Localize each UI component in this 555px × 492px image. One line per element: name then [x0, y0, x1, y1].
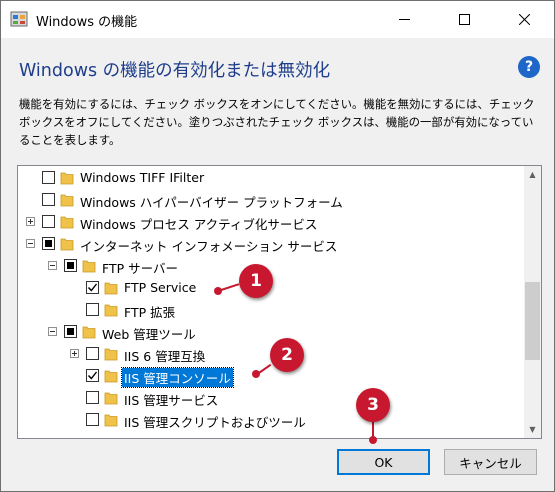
- tree-row[interactable]: Windows ハイパーバイザー プラットフォーム: [18, 189, 523, 211]
- feature-label: FTP Service: [124, 280, 197, 295]
- feature-label: IIS 管理コンソール: [121, 367, 234, 388]
- expand-plus-icon[interactable]: [70, 349, 79, 358]
- tree-row[interactable]: インターネット インフォメーション サービス: [18, 233, 523, 255]
- feature-checkbox[interactable]: [42, 171, 55, 184]
- callout-1-dot: [214, 287, 222, 295]
- feature-checkbox[interactable]: [86, 281, 99, 294]
- feature-label: Windows TIFF IFilter: [80, 170, 205, 185]
- feature-checkbox[interactable]: [86, 369, 99, 382]
- folder-icon: [104, 370, 118, 383]
- tree-row[interactable]: Windows TIFF IFilter: [18, 167, 523, 189]
- scroll-up-arrow-icon[interactable]: ▲: [524, 166, 541, 183]
- callout-badge-3: 3: [356, 388, 390, 422]
- dialog-description: 機能を有効にするには、チェック ボックスをオンにしてください。機能を無効にするに…: [19, 97, 535, 147]
- help-icon[interactable]: ?: [518, 56, 540, 78]
- cancel-button[interactable]: キャンセル: [444, 449, 537, 475]
- folder-icon: [82, 326, 96, 339]
- scroll-down-arrow-icon[interactable]: ▼: [524, 421, 541, 438]
- feature-checkbox[interactable]: [86, 413, 99, 426]
- folder-icon: [104, 392, 118, 405]
- feature-label: Windows ハイパーバイザー プラットフォーム: [80, 195, 343, 210]
- maximize-icon: [458, 14, 470, 25]
- folder-icon: [104, 304, 118, 317]
- maximize-button[interactable]: [441, 1, 487, 38]
- close-icon: [518, 14, 530, 25]
- dialog-heading: Windows の機能の有効化または無効化: [19, 61, 331, 81]
- tree-row[interactable]: IIS 管理コンソール: [18, 365, 523, 388]
- callout-3-dot: [369, 436, 377, 444]
- windows-features-dialog: Windows の機能 Windows の機能の有効化または無効化 ? 機能を有…: [0, 0, 555, 492]
- folder-icon: [104, 348, 118, 361]
- tree-row[interactable]: IIS 管理スクリプトおよびツール: [18, 409, 523, 431]
- callout-badge-2: 2: [270, 338, 304, 372]
- feature-checkbox[interactable]: [64, 259, 77, 272]
- callout-badge-1: 1: [239, 264, 273, 298]
- tree-row[interactable]: IIS 管理サービス: [18, 387, 523, 409]
- feature-checkbox[interactable]: [42, 237, 55, 250]
- feature-label: IIS 6 管理互換: [124, 349, 206, 364]
- feature-checkbox[interactable]: [86, 303, 99, 316]
- feature-label: Windows プロセス アクティブ化サービス: [80, 217, 318, 232]
- checkmark-icon: [87, 283, 98, 292]
- close-button[interactable]: [501, 1, 547, 38]
- ok-button[interactable]: OK: [337, 449, 430, 475]
- vertical-scrollbar[interactable]: ▲ ▼: [524, 166, 541, 438]
- feature-label: Web 管理ツール: [102, 327, 196, 342]
- collapse-minus-icon[interactable]: [48, 261, 57, 270]
- folder-icon: [104, 282, 118, 295]
- feature-label: FTP 拡張: [124, 305, 176, 320]
- feature-checkbox[interactable]: [86, 347, 99, 360]
- windows-features-app-icon: [10, 11, 28, 27]
- features-tree[interactable]: Windows TIFF IFilter Windows ハイパーバイザー プラッ…: [17, 165, 542, 439]
- title-bar[interactable]: Windows の機能: [1, 1, 554, 38]
- tree-row[interactable]: Web 管理ツール: [18, 321, 523, 343]
- tree-row[interactable]: FTP 拡張: [18, 299, 523, 321]
- feature-checkbox[interactable]: [86, 391, 99, 404]
- folder-icon: [104, 414, 118, 427]
- folder-icon: [82, 260, 96, 273]
- minimize-button[interactable]: [381, 1, 427, 38]
- window-title: Windows の機能: [36, 15, 138, 30]
- callout-2-dot: [252, 370, 260, 378]
- scrollbar-thumb[interactable]: [525, 282, 540, 360]
- folder-icon: [60, 172, 74, 185]
- feature-checkbox[interactable]: [64, 325, 77, 338]
- feature-label: インターネット インフォメーション サービス: [80, 239, 338, 254]
- folder-icon: [60, 194, 74, 207]
- collapse-minus-icon[interactable]: [48, 327, 57, 336]
- folder-icon: [60, 216, 74, 229]
- feature-label: FTP サーバー: [102, 261, 178, 276]
- checkmark-icon: [87, 371, 98, 380]
- folder-icon: [60, 238, 74, 251]
- collapse-minus-icon[interactable]: [26, 239, 35, 248]
- expand-plus-icon[interactable]: [26, 217, 35, 226]
- tree-row[interactable]: Windows プロセス アクティブ化サービス: [18, 211, 523, 233]
- feature-label: IIS 管理スクリプトおよびツール: [124, 415, 306, 430]
- feature-checkbox[interactable]: [42, 193, 55, 206]
- feature-label: IIS 管理サービス: [124, 393, 219, 408]
- minimize-icon: [398, 19, 410, 20]
- feature-checkbox[interactable]: [42, 215, 55, 228]
